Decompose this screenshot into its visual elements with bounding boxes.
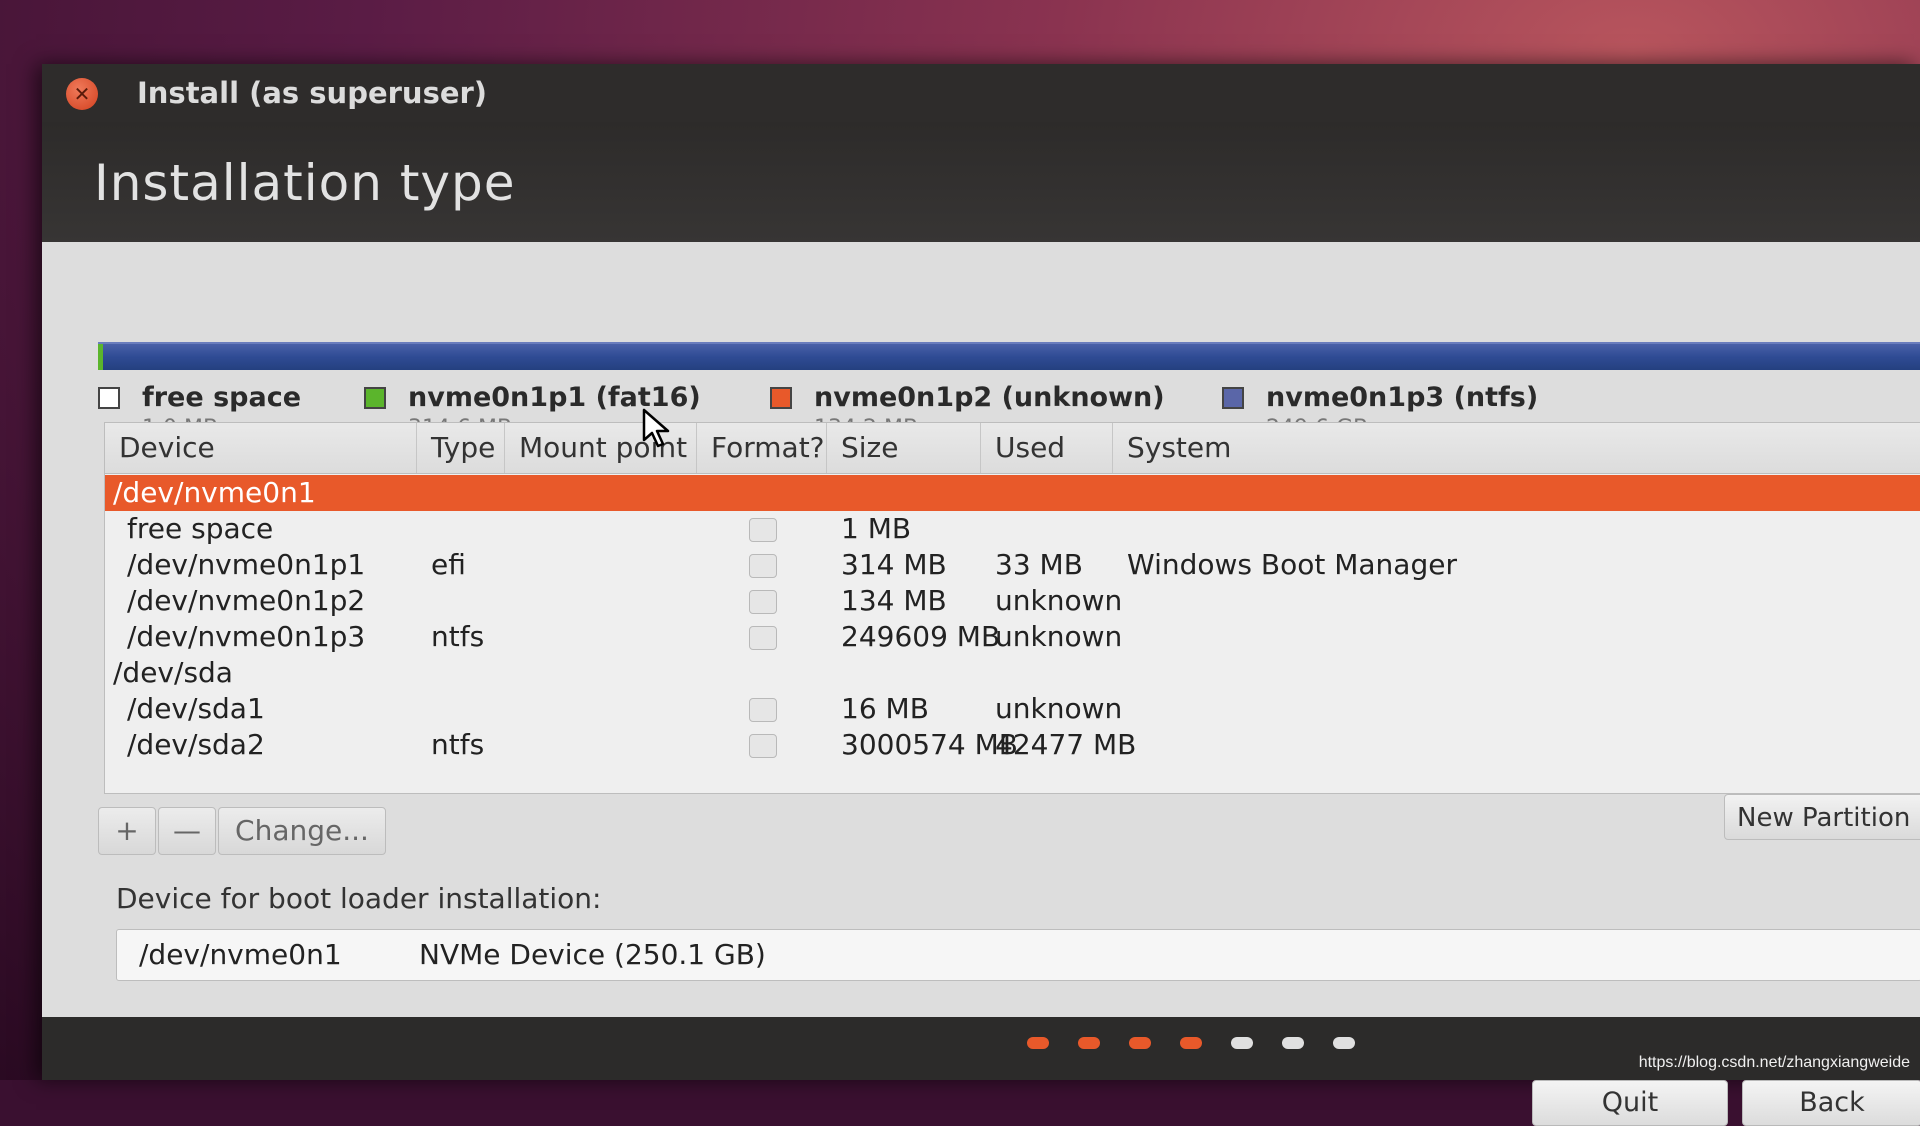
cell-used: 42477 MB (995, 727, 1136, 763)
cell-device: /dev/nvme0n1p2 (127, 583, 365, 619)
table-row[interactable]: /dev/sda2 ntfs 3000574 MB42477 MB (105, 727, 1920, 763)
column-header[interactable]: Type (417, 423, 505, 473)
cell-device: /dev/sda (113, 655, 233, 691)
legend-name: nvme0n1p3 (ntfs) (1266, 382, 1538, 413)
format-checkbox[interactable] (749, 626, 777, 650)
cell-used: 33 MB (995, 547, 1083, 583)
column-header[interactable]: Size (827, 423, 981, 473)
watermark-url: https://blog.csdn.net/zhangxiangweide (1639, 1054, 1910, 1072)
cell-type: ntfs (431, 619, 484, 655)
partition-bar (98, 342, 1920, 370)
cell-type: efi (431, 547, 466, 583)
table-row[interactable]: /dev/nvme0n1p1 efi 314 MB 33 MB Windows Boot… (105, 547, 1920, 583)
quit-button[interactable]: Quit (1532, 1080, 1728, 1126)
window-title: Install (as superuser) (137, 76, 487, 110)
add-partition-button[interactable]: + (98, 807, 156, 855)
table-row[interactable]: free space 1 MB (105, 511, 1920, 547)
column-header[interactable]: Used (981, 423, 1113, 473)
cell-size: 3000574 MB (841, 727, 1018, 763)
back-button[interactable]: Back (1742, 1080, 1920, 1126)
progress-dot-done (1027, 1037, 1049, 1049)
cell-device: /dev/sda2 (127, 727, 265, 763)
page-title: Installation type (94, 154, 516, 212)
title-bar: ✕ Install (as superuser) (42, 64, 1920, 122)
format-checkbox[interactable] (749, 554, 777, 578)
cell-used: unknown (995, 619, 1122, 655)
partition-table[interactable]: DeviceTypeMount pointFormat?SizeUsedSyst… (104, 422, 1920, 794)
bootloader-device-select[interactable]: /dev/nvme0n1 NVMe Device (250.1 GB) (116, 929, 1920, 981)
format-checkbox[interactable] (749, 590, 777, 614)
progress-dot-done (1078, 1037, 1100, 1049)
table-row[interactable]: /dev/sda (105, 655, 1920, 691)
cell-system: Windows Boot Manager (1127, 547, 1457, 583)
mouse-cursor-icon (642, 408, 676, 448)
new-partition-table-button[interactable]: New Partition (1724, 794, 1920, 840)
cell-device: /dev/sda1 (127, 691, 265, 727)
progress-dot-pending (1333, 1037, 1355, 1049)
progress-dot-pending (1231, 1037, 1253, 1049)
cell-size: 134 MB (841, 583, 947, 619)
legend-swatch-icon (770, 387, 792, 409)
remove-partition-button[interactable]: — (158, 807, 216, 855)
bootloader-device-description: NVMe Device (250.1 GB) (419, 930, 766, 980)
table-header: DeviceTypeMount pointFormat?SizeUsedSyst… (105, 423, 1920, 474)
change-partition-button[interactable]: Change... (218, 807, 386, 855)
legend-name: nvme0n1p2 (unknown) (814, 382, 1165, 413)
table-row[interactable]: /dev/nvme0n1p3 ntfs 249609 MBunknown (105, 619, 1920, 655)
cell-type: ntfs (431, 727, 484, 763)
format-checkbox[interactable] (749, 698, 777, 722)
column-header[interactable]: Device (105, 423, 417, 473)
table-row[interactable]: /dev/sda1 16 MB unknown (105, 691, 1920, 727)
close-icon[interactable]: ✕ (66, 78, 98, 110)
cell-device: free space (127, 511, 273, 547)
cell-used: unknown (995, 583, 1122, 619)
legend-name: free space (142, 382, 301, 413)
progress-dot-pending (1282, 1037, 1304, 1049)
cell-device: /dev/nvme0n1p1 (127, 547, 365, 583)
column-header[interactable]: Format? (697, 423, 827, 473)
legend-swatch-icon (364, 387, 386, 409)
cell-size: 249609 MB (841, 619, 1000, 655)
content-area: free space1.0 MBnvme0n1p1 (fat16)314.6 M… (42, 242, 1920, 1017)
installer-window: ✕ Install (as superuser) Installation ty… (42, 64, 1920, 1080)
cell-device: /dev/nvme0n1p3 (127, 619, 365, 655)
progress-dot-done (1180, 1037, 1202, 1049)
cell-device: /dev/nvme0n1 (113, 475, 316, 511)
format-checkbox[interactable] (749, 734, 777, 758)
bootloader-device: /dev/nvme0n1 (139, 930, 342, 980)
legend-swatch-icon (1222, 387, 1244, 409)
progress-dot-done (1129, 1037, 1151, 1049)
column-header[interactable]: System (1113, 423, 1920, 473)
cell-size: 1 MB (841, 511, 911, 547)
table-row[interactable]: /dev/nvme0n1p2 134 MB unknown (105, 583, 1920, 619)
cell-size: 314 MB (841, 547, 947, 583)
legend-swatch-icon (98, 387, 120, 409)
bootloader-label: Device for boot loader installation: (116, 882, 602, 915)
format-checkbox[interactable] (749, 518, 777, 542)
partition-bar-segment-efi (98, 344, 103, 370)
table-row[interactable]: /dev/nvme0n1 (105, 475, 1920, 511)
cell-size: 16 MB (841, 691, 929, 727)
cell-used: unknown (995, 691, 1122, 727)
